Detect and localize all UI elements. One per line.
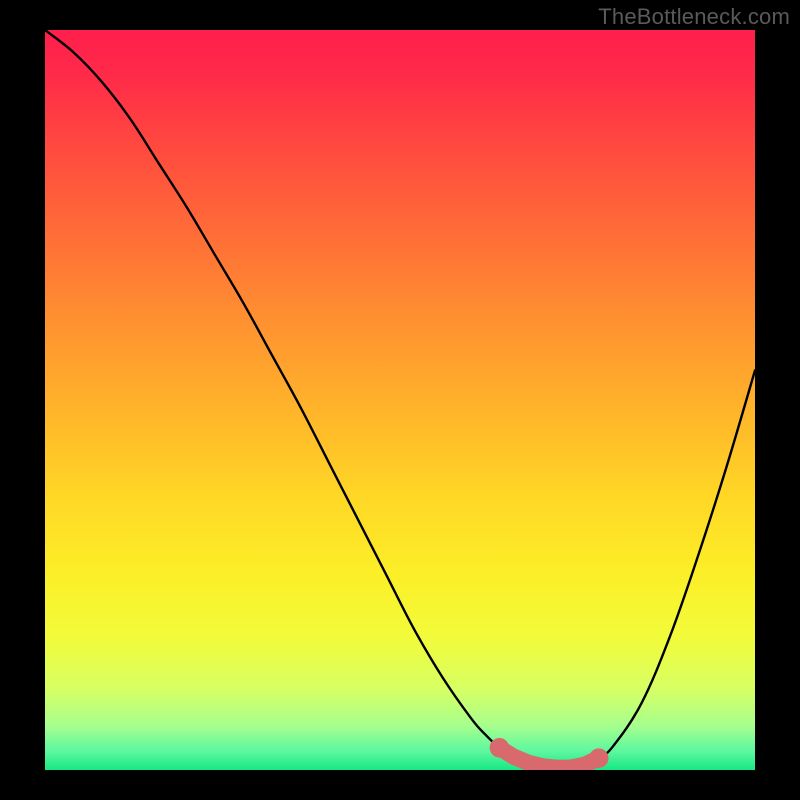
chart-container: TheBottleneck.com [0, 0, 800, 800]
chart-svg [45, 30, 755, 770]
gradient-background [45, 30, 755, 770]
watermark-text: TheBottleneck.com [598, 4, 790, 30]
plot-area [45, 30, 755, 770]
flat-start-dot [490, 738, 510, 758]
flat-end-dot [589, 748, 609, 768]
